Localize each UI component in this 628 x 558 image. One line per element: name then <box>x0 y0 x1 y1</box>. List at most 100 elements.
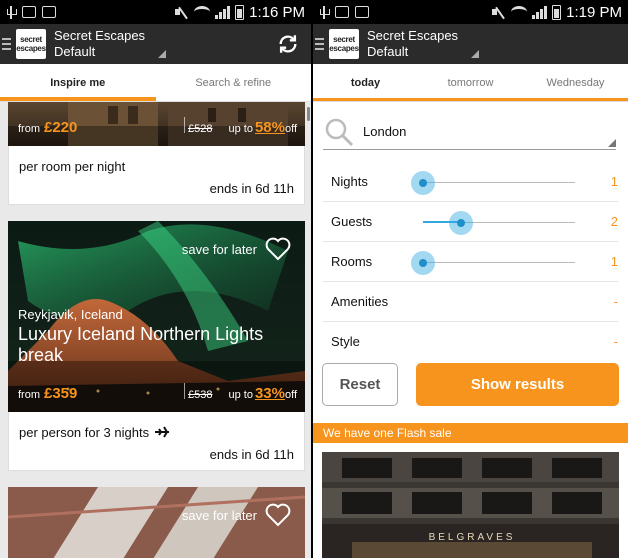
deal-title: Luxury Iceland Northern Lights break <box>18 324 264 365</box>
tab-bar: Inspire me Search & refine <box>0 64 311 102</box>
battery-icon <box>235 4 245 20</box>
search-icon <box>325 118 354 147</box>
slider-track <box>423 182 575 183</box>
slider-thumb[interactable] <box>411 171 435 195</box>
price-divider <box>184 117 185 133</box>
wifi-icon <box>511 6 528 18</box>
app-title: Secret Escapes <box>367 28 459 43</box>
upto-label: up to <box>228 123 253 135</box>
slider-thumb[interactable] <box>449 211 473 235</box>
filter-guests[interactable]: Guests 2 <box>323 202 618 242</box>
deal-info: per room per night ends in 6d 11h <box>8 146 305 205</box>
deal-price: £220 <box>44 119 78 136</box>
off-label: off <box>284 123 297 135</box>
app-logo[interactable]: secret escapes <box>329 29 359 59</box>
discount-percent: 58% <box>254 119 285 136</box>
notification-icon <box>22 6 36 18</box>
drawer-menu-icon[interactable] <box>315 38 324 50</box>
original-price: £528 <box>187 123 213 135</box>
show-results-button[interactable]: Show results <box>416 363 619 406</box>
refresh-icon[interactable] <box>277 33 299 55</box>
tab-tomorrow[interactable]: tomorrow <box>418 64 523 101</box>
wifi-icon <box>194 6 211 18</box>
usb-icon <box>6 5 17 19</box>
deal-price: £359 <box>44 385 78 402</box>
slider-track <box>423 262 575 263</box>
price-basis: per room per night <box>19 158 126 174</box>
filter-label: Guests <box>331 214 373 229</box>
deal-image: save for later <box>8 487 305 558</box>
price-basis-text: per person for 3 nights <box>19 424 150 440</box>
filter-label: Nights <box>331 174 368 189</box>
location-dropdown[interactable]: London <box>323 116 616 150</box>
app-title: Secret Escapes <box>54 28 146 43</box>
profile-name: Default <box>367 44 409 59</box>
search-refine-screen: 1:19 PM secret escapes Secret Escapes De… <box>313 0 628 558</box>
profile-name: Default <box>54 44 96 59</box>
filter-nights[interactable]: Nights 1 <box>323 162 618 202</box>
download-icon <box>42 6 56 18</box>
dropdown-caret-icon <box>608 139 616 147</box>
day-tab-bar: today tomorrow Wednesday <box>313 64 628 102</box>
tab-wednesday[interactable]: Wednesday <box>523 64 628 101</box>
mute-icon <box>492 6 506 18</box>
active-tab-indicator <box>313 98 628 101</box>
clock: 1:16 PM <box>249 3 305 21</box>
deal-image: save for later Reykjavik, Iceland Luxury… <box>8 221 305 412</box>
price-basis: per person for 3 nights <box>19 412 294 442</box>
logo-text-2: escapes <box>329 44 359 53</box>
original-price: £538 <box>187 389 213 401</box>
tab-search-refine[interactable]: Search & refine <box>156 64 312 101</box>
active-tab-indicator <box>0 97 156 101</box>
signal-icon <box>215 5 231 19</box>
app-logo[interactable]: secret escapes <box>16 29 46 59</box>
filter-rooms[interactable]: Rooms 1 <box>323 242 618 282</box>
flash-sale-banner: We have one Flash sale <box>313 423 628 443</box>
usb-icon <box>319 5 330 19</box>
deal-card[interactable]: from £220 £528 up to 58% off per room pe… <box>8 102 305 205</box>
price-divider <box>184 383 185 399</box>
upto-label: up to <box>228 389 253 401</box>
notification-icon <box>335 6 349 18</box>
location-value: London <box>363 124 407 139</box>
filter-value: - <box>613 294 618 309</box>
filter-style[interactable]: Style - <box>323 322 618 362</box>
deal-countdown: ends in 6d 11h <box>209 181 294 196</box>
profile-selector[interactable]: Secret Escapes Default <box>367 28 458 60</box>
save-for-later-label: save for later <box>181 241 257 257</box>
save-for-later-button[interactable]: save for later <box>182 503 291 527</box>
reset-button[interactable]: Reset <box>322 363 398 406</box>
drawer-menu-icon[interactable] <box>2 38 11 50</box>
scrollbar[interactable] <box>307 107 310 121</box>
deal-card[interactable]: save for later <box>8 487 305 558</box>
filter-label: Style <box>331 334 360 349</box>
filter-value: - <box>613 334 618 349</box>
logo-text-2: escapes <box>16 44 46 53</box>
flight-icon <box>155 426 170 438</box>
filter-label: Amenities <box>331 294 389 309</box>
deal-image: from £220 £528 up to 58% off <box>8 102 305 146</box>
filter-value: 1 <box>610 254 618 269</box>
filter-value: 2 <box>610 214 618 229</box>
price-row: from £220 £528 up to 58% off <box>18 117 297 136</box>
filter-amenities[interactable]: Amenities - <box>323 282 618 322</box>
discount-percent: 33% <box>254 385 285 402</box>
dropdown-caret-icon <box>471 50 479 58</box>
dropdown-caret-icon <box>158 50 166 58</box>
signal-icon <box>532 5 548 19</box>
mute-icon <box>175 6 189 18</box>
save-for-later-button[interactable]: save for later <box>182 237 291 261</box>
deal-card[interactable]: save for later Reykjavik, Iceland Luxury… <box>8 221 305 471</box>
deal-feed: from £220 £528 up to 58% off per room pe… <box>8 102 305 558</box>
off-label: off <box>284 389 297 401</box>
flash-sale-image[interactable]: BELGRAVES <box>322 452 619 558</box>
tab-today[interactable]: today <box>313 64 418 101</box>
deal-info: per person for 3 nights ends in 6d 11h <box>8 412 305 471</box>
clock: 1:19 PM <box>566 3 622 21</box>
status-bar: 1:19 PM <box>313 0 628 24</box>
slider-thumb[interactable] <box>411 251 435 275</box>
from-label: from <box>18 123 40 135</box>
profile-selector[interactable]: Secret Escapes Default <box>54 28 145 60</box>
heart-icon <box>265 237 291 261</box>
tab-inspire-me[interactable]: Inspire me <box>0 64 156 101</box>
